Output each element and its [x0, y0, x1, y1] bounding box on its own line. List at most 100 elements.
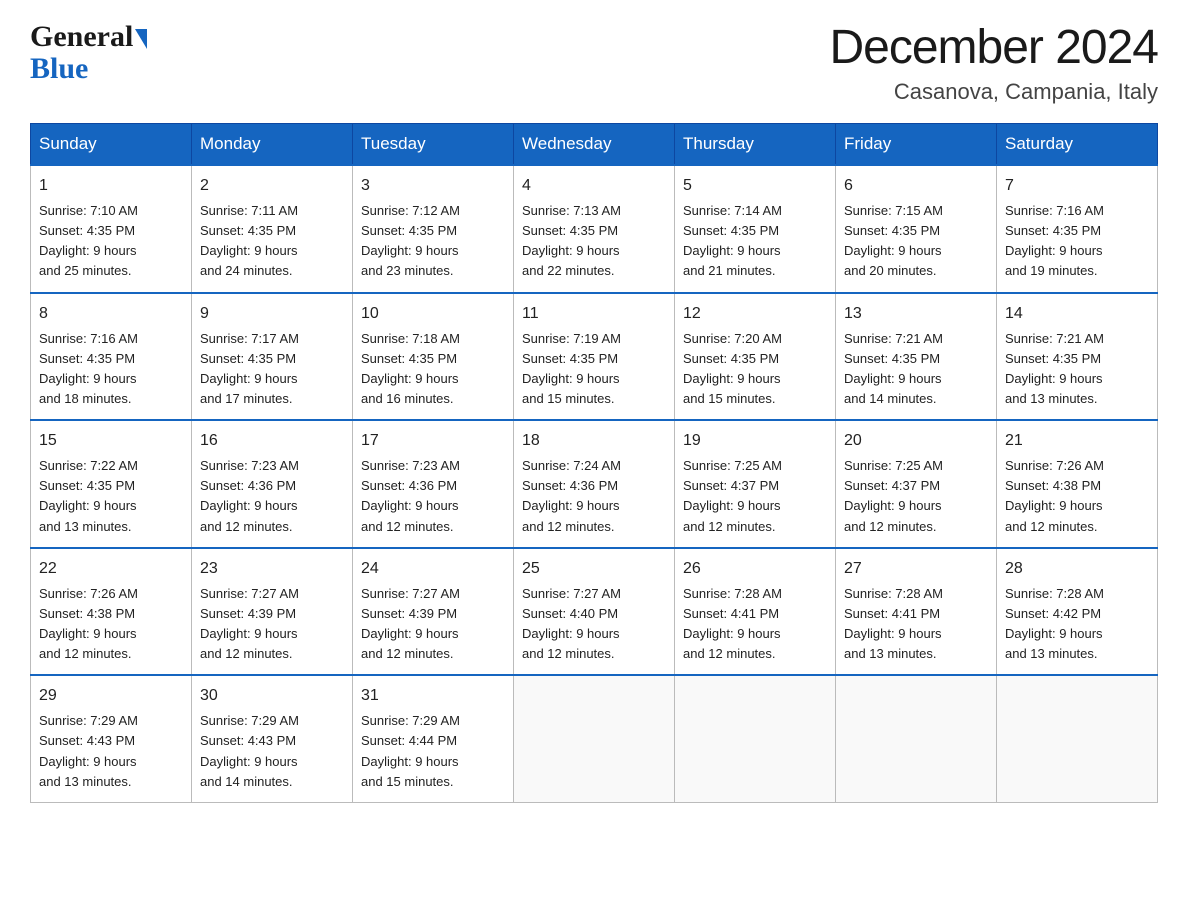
day-number: 30	[200, 684, 344, 708]
calendar-cell: 28 Sunrise: 7:28 AMSunset: 4:42 PMDayligh…	[997, 548, 1158, 676]
logo-blue-text: Blue	[30, 52, 88, 85]
day-info: Sunrise: 7:20 AMSunset: 4:35 PMDaylight:…	[683, 329, 827, 410]
calendar-cell: 31 Sunrise: 7:29 AMSunset: 4:44 PMDayligh…	[353, 675, 514, 802]
column-header-wednesday: Wednesday	[514, 124, 675, 166]
day-number: 29	[39, 684, 183, 708]
day-number: 13	[844, 302, 988, 326]
day-info: Sunrise: 7:13 AMSunset: 4:35 PMDaylight:…	[522, 201, 666, 282]
day-number: 21	[1005, 429, 1149, 453]
column-header-tuesday: Tuesday	[353, 124, 514, 166]
day-number: 18	[522, 429, 666, 453]
calendar-cell: 25Sunrise: 7:27 AMSunset: 4:40 PMDayligh…	[514, 548, 675, 676]
day-info: Sunrise: 7:29 AMSunset: 4:43 PMDaylight:…	[200, 711, 344, 792]
day-info: Sunrise: 7:16 AMSunset: 4:35 PMDaylight:…	[1005, 201, 1149, 282]
calendar-cell: 10 Sunrise: 7:18 AMSunset: 4:35 PMDayligh…	[353, 293, 514, 421]
day-number: 16	[200, 429, 344, 453]
calendar-cell: 3 Sunrise: 7:12 AMSunset: 4:35 PMDaylight…	[353, 165, 514, 293]
day-number: 19	[683, 429, 827, 453]
day-info: Sunrise: 7:22 AMSunset: 4:35 PMDaylight:…	[39, 456, 183, 537]
day-number: 2	[200, 174, 344, 198]
calendar-cell: 2 Sunrise: 7:11 AMSunset: 4:35 PMDaylight…	[192, 165, 353, 293]
day-number: 6	[844, 174, 988, 198]
calendar-week-row: 8Sunrise: 7:16 AMSunset: 4:35 PMDaylight…	[31, 293, 1158, 421]
location-title: Casanova, Campania, Italy	[829, 79, 1158, 105]
calendar-cell: 23Sunrise: 7:27 AMSunset: 4:39 PMDayligh…	[192, 548, 353, 676]
day-number: 12	[683, 302, 827, 326]
day-number: 3	[361, 174, 505, 198]
day-number: 20	[844, 429, 988, 453]
column-header-thursday: Thursday	[675, 124, 836, 166]
day-info: Sunrise: 7:28 AMSunset: 4:41 PMDaylight:…	[844, 584, 988, 665]
day-info: Sunrise: 7:21 AMSunset: 4:35 PMDaylight:…	[844, 329, 988, 410]
title-section: December 2024 Casanova, Campania, Italy	[829, 20, 1158, 105]
day-number: 28	[1005, 557, 1149, 581]
day-info: Sunrise: 7:26 AMSunset: 4:38 PMDaylight:…	[1005, 456, 1149, 537]
calendar-cell: 21 Sunrise: 7:26 AMSunset: 4:38 PMDayligh…	[997, 420, 1158, 548]
day-info: Sunrise: 7:24 AMSunset: 4:36 PMDaylight:…	[522, 456, 666, 537]
day-info: Sunrise: 7:23 AMSunset: 4:36 PMDaylight:…	[361, 456, 505, 537]
day-number: 27	[844, 557, 988, 581]
calendar-cell: 6 Sunrise: 7:15 AMSunset: 4:35 PMDaylight…	[836, 165, 997, 293]
calendar-cell: 5Sunrise: 7:14 AMSunset: 4:35 PMDaylight…	[675, 165, 836, 293]
day-info: Sunrise: 7:29 AMSunset: 4:44 PMDaylight:…	[361, 711, 505, 792]
day-number: 14	[1005, 302, 1149, 326]
day-number: 10	[361, 302, 505, 326]
calendar-cell: 29 Sunrise: 7:29 AMSunset: 4:43 PMDayligh…	[31, 675, 192, 802]
column-header-sunday: Sunday	[31, 124, 192, 166]
day-info: Sunrise: 7:10 AMSunset: 4:35 PMDaylight:…	[39, 201, 183, 282]
logo-arrow-icon	[135, 29, 147, 49]
calendar-cell: 18 Sunrise: 7:24 AMSunset: 4:36 PMDayligh…	[514, 420, 675, 548]
calendar-header-row: SundayMondayTuesdayWednesdayThursdayFrid…	[31, 124, 1158, 166]
calendar-cell: 27 Sunrise: 7:28 AMSunset: 4:41 PMDayligh…	[836, 548, 997, 676]
day-number: 25	[522, 557, 666, 581]
calendar-week-row: 1 Sunrise: 7:10 AMSunset: 4:35 PMDaylight…	[31, 165, 1158, 293]
calendar-cell	[675, 675, 836, 802]
calendar-cell: 12 Sunrise: 7:20 AMSunset: 4:35 PMDayligh…	[675, 293, 836, 421]
calendar-cell: 13 Sunrise: 7:21 AMSunset: 4:35 PMDayligh…	[836, 293, 997, 421]
day-number: 4	[522, 174, 666, 198]
day-info: Sunrise: 7:23 AMSunset: 4:36 PMDaylight:…	[200, 456, 344, 537]
day-info: Sunrise: 7:25 AMSunset: 4:37 PMDaylight:…	[683, 456, 827, 537]
calendar-week-row: 22Sunrise: 7:26 AMSunset: 4:38 PMDayligh…	[31, 548, 1158, 676]
day-info: Sunrise: 7:25 AMSunset: 4:37 PMDaylight:…	[844, 456, 988, 537]
day-info: Sunrise: 7:29 AMSunset: 4:43 PMDaylight:…	[39, 711, 183, 792]
calendar-week-row: 15 Sunrise: 7:22 AMSunset: 4:35 PMDayligh…	[31, 420, 1158, 548]
calendar-cell: 8Sunrise: 7:16 AMSunset: 4:35 PMDaylight…	[31, 293, 192, 421]
day-number: 15	[39, 429, 183, 453]
column-header-friday: Friday	[836, 124, 997, 166]
day-number: 17	[361, 429, 505, 453]
day-info: Sunrise: 7:17 AMSunset: 4:35 PMDaylight:…	[200, 329, 344, 410]
page-header: General Blue December 2024 Casanova, Cam…	[30, 20, 1158, 105]
calendar-cell: 16 Sunrise: 7:23 AMSunset: 4:36 PMDayligh…	[192, 420, 353, 548]
day-number: 7	[1005, 174, 1149, 198]
day-number: 22	[39, 557, 183, 581]
day-info: Sunrise: 7:12 AMSunset: 4:35 PMDaylight:…	[361, 201, 505, 282]
day-number: 24	[361, 557, 505, 581]
calendar-cell: 17 Sunrise: 7:23 AMSunset: 4:36 PMDayligh…	[353, 420, 514, 548]
day-number: 31	[361, 684, 505, 708]
calendar-cell: 9Sunrise: 7:17 AMSunset: 4:35 PMDaylight…	[192, 293, 353, 421]
day-info: Sunrise: 7:27 AMSunset: 4:39 PMDaylight:…	[200, 584, 344, 665]
column-header-monday: Monday	[192, 124, 353, 166]
calendar-cell: 30 Sunrise: 7:29 AMSunset: 4:43 PMDayligh…	[192, 675, 353, 802]
calendar-cell: 20 Sunrise: 7:25 AMSunset: 4:37 PMDayligh…	[836, 420, 997, 548]
day-number: 1	[39, 174, 183, 198]
day-info: Sunrise: 7:18 AMSunset: 4:35 PMDaylight:…	[361, 329, 505, 410]
logo-general-text: General	[30, 20, 133, 54]
column-header-saturday: Saturday	[997, 124, 1158, 166]
calendar-cell: 22Sunrise: 7:26 AMSunset: 4:38 PMDayligh…	[31, 548, 192, 676]
calendar-cell: 14 Sunrise: 7:21 AMSunset: 4:35 PMDayligh…	[997, 293, 1158, 421]
day-info: Sunrise: 7:11 AMSunset: 4:35 PMDaylight:…	[200, 201, 344, 282]
day-info: Sunrise: 7:28 AMSunset: 4:42 PMDaylight:…	[1005, 584, 1149, 665]
day-number: 11	[522, 302, 666, 326]
day-info: Sunrise: 7:15 AMSunset: 4:35 PMDaylight:…	[844, 201, 988, 282]
day-number: 8	[39, 302, 183, 326]
calendar-cell: 24Sunrise: 7:27 AMSunset: 4:39 PMDayligh…	[353, 548, 514, 676]
day-info: Sunrise: 7:21 AMSunset: 4:35 PMDaylight:…	[1005, 329, 1149, 410]
day-info: Sunrise: 7:19 AMSunset: 4:35 PMDaylight:…	[522, 329, 666, 410]
calendar-table: SundayMondayTuesdayWednesdayThursdayFrid…	[30, 123, 1158, 803]
logo: General Blue	[30, 20, 147, 86]
calendar-cell: 19 Sunrise: 7:25 AMSunset: 4:37 PMDayligh…	[675, 420, 836, 548]
calendar-cell	[836, 675, 997, 802]
calendar-cell: 11 Sunrise: 7:19 AMSunset: 4:35 PMDayligh…	[514, 293, 675, 421]
